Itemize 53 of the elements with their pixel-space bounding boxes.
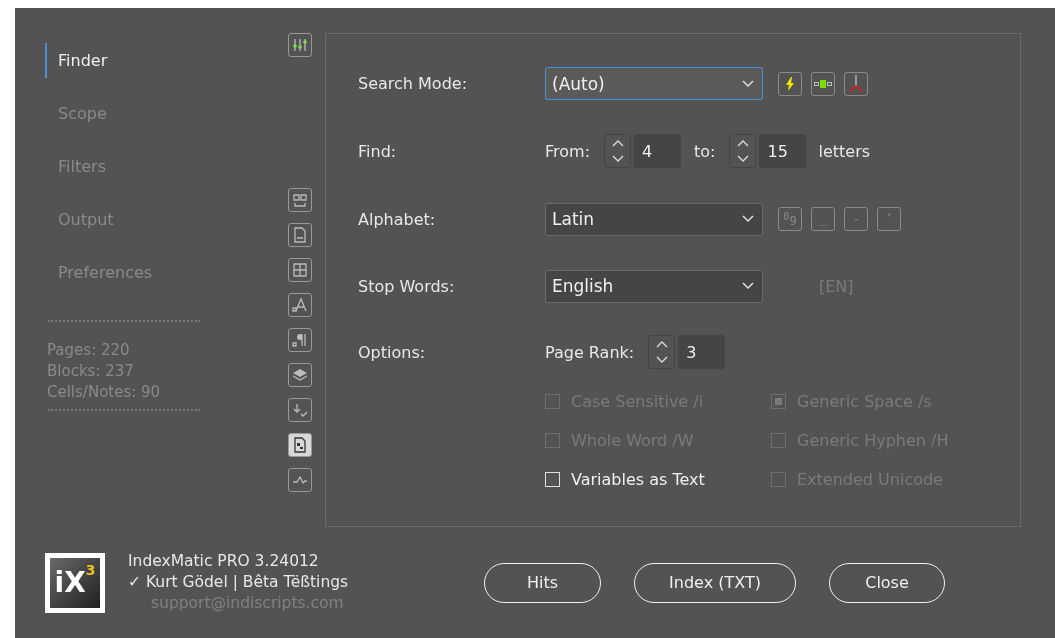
number-field[interactable]: 4	[634, 134, 682, 168]
to-label: to:	[694, 141, 716, 161]
character-button[interactable]: -	[844, 207, 868, 231]
number-field[interactable]: 15	[759, 134, 807, 168]
from-label: From:	[545, 141, 591, 161]
license-text: ✓ Kurt Gödel | Bêta Tëßtings	[128, 572, 350, 593]
download-check-icon	[292, 402, 308, 418]
tool-button[interactable]	[288, 398, 312, 422]
field-label: Alphabet:	[358, 209, 437, 229]
stepper-button[interactable]	[729, 134, 757, 168]
alphabet-dropdown[interactable]: Latin	[545, 202, 763, 236]
product-name: IndexMatic PRO 3.24012	[128, 551, 320, 572]
up-down-icon	[655, 340, 668, 364]
tool-button[interactable]	[288, 433, 312, 457]
search-mode-dropdown[interactable]: (Auto)	[545, 67, 763, 100]
unit-label: letters	[818, 141, 871, 161]
tool-button[interactable]	[288, 328, 312, 352]
chevron-down-icon	[742, 282, 754, 290]
sidebar-item[interactable]: Finder	[45, 43, 274, 78]
page-rank-label: Page Rank:	[545, 342, 635, 362]
field-label: Find:	[358, 141, 398, 161]
page-icon	[293, 227, 307, 243]
tool-button[interactable]	[288, 33, 312, 57]
mode-button[interactable]	[811, 71, 835, 96]
tool-button[interactable]	[288, 363, 312, 387]
book-icon	[292, 192, 308, 208]
fork-icon	[848, 74, 864, 93]
mode-button[interactable]	[844, 71, 868, 96]
character-button[interactable]: _	[811, 207, 835, 231]
chevron-down-icon	[742, 215, 754, 223]
layers-icon	[292, 367, 308, 383]
tool-button[interactable]	[288, 293, 312, 317]
connector-icon	[814, 79, 832, 88]
option-checkbox[interactable]: Variables as Text	[545, 467, 771, 492]
glyph-icon	[292, 297, 308, 313]
field-label: Search Mode:	[358, 74, 469, 93]
stop-words-dropdown[interactable]: English	[545, 269, 763, 303]
field-label: Stop Words:	[358, 276, 456, 296]
sliders-icon	[292, 38, 308, 52]
field-label: Options:	[358, 342, 427, 362]
up-down-icon	[737, 139, 749, 163]
stepper-button[interactable]	[604, 134, 632, 168]
mode-button[interactable]	[778, 71, 802, 96]
up-down-icon	[611, 139, 624, 163]
pulse-icon	[292, 474, 308, 486]
grid-icon	[293, 263, 307, 277]
document-icon	[293, 437, 307, 453]
character-button[interactable]: ’	[877, 207, 901, 231]
lightning-icon	[785, 76, 795, 91]
stepper-button[interactable]	[648, 335, 676, 369]
chevron-down-icon	[742, 79, 754, 88]
paragraph-icon	[292, 332, 308, 348]
number-field[interactable]: 3	[678, 335, 726, 369]
